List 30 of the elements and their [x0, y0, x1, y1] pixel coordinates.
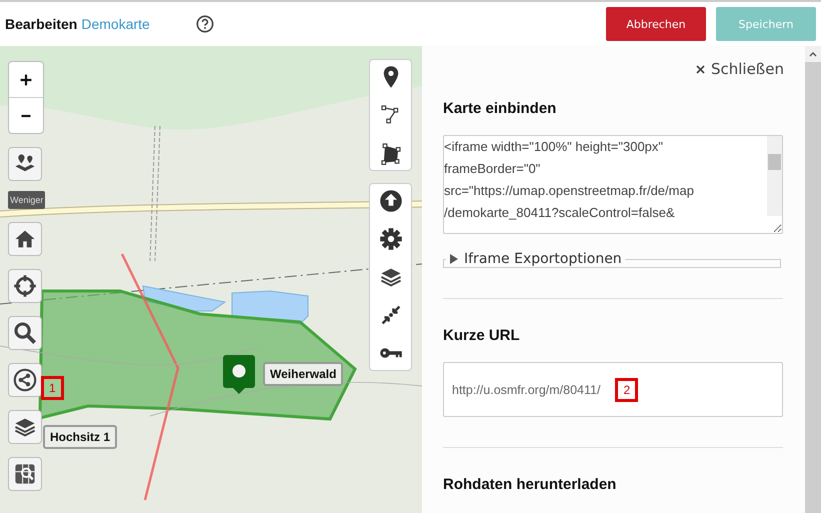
callout-number: 1 [41, 376, 64, 400]
map-marker[interactable] [223, 355, 255, 395]
marker-label: Hochsitz 1 [43, 425, 118, 449]
less-toggle[interactable]: Weniger [8, 191, 46, 209]
embed-code-field[interactable]: <iframe width="100%" height="300px" frameBorder="0" src="https://umap.openstreetmap.fr/de/map /demokarte_80411?scaleControl=false& [443, 135, 783, 234]
short-url-field[interactable]: http://u.osmfr.org/m/80411/ 2 [443, 362, 783, 417]
section-heading: Karte einbinden [443, 100, 558, 117]
upload-icon[interactable] [378, 189, 402, 213]
marker-label: Weiherwald [263, 362, 344, 386]
section-heading: Kurze URL [443, 327, 521, 344]
settings-icon[interactable] [378, 227, 402, 251]
close-icon[interactable] [696, 64, 705, 74]
polygon-icon[interactable] [378, 141, 402, 165]
scrollbar[interactable] [767, 136, 782, 216]
route-line[interactable] [120, 253, 180, 500]
callout-number: 2 [615, 378, 638, 402]
edit-title: Bearbeiten [5, 16, 78, 32]
map-name-link[interactable]: Demokarte [81, 16, 150, 32]
cancel-button[interactable]: Abbrechen [606, 7, 706, 41]
map-search-icon[interactable] [13, 462, 37, 486]
forest-polygon[interactable] [38, 290, 357, 421]
help-icon[interactable] [196, 15, 214, 33]
share-icon[interactable] [13, 368, 37, 392]
caret-icon [449, 254, 459, 264]
search-icon[interactable] [13, 321, 37, 345]
scroll-up-icon[interactable] [809, 51, 817, 57]
close-button[interactable]: Schließen [443, 60, 784, 78]
scrollbar[interactable] [805, 46, 821, 513]
section-heading: Rohdaten herunterladen [443, 476, 618, 493]
locate-icon[interactable] [13, 274, 37, 298]
